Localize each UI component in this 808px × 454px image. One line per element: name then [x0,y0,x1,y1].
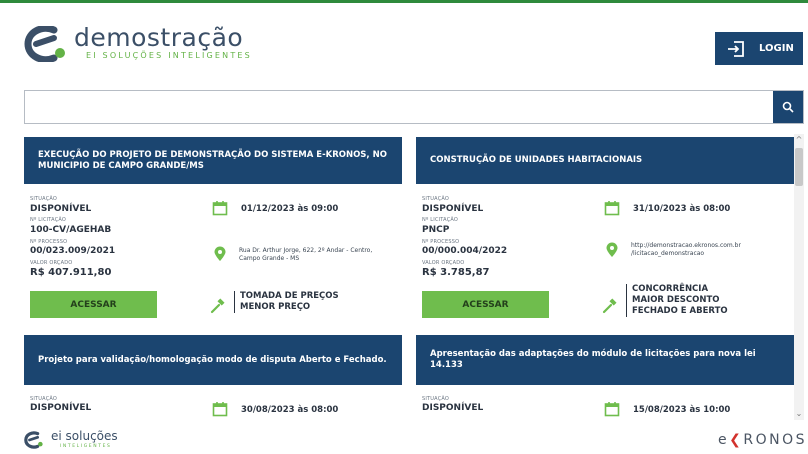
calendar-icon [212,201,228,216]
calendar-icon [604,402,620,417]
valor-label: VALOR ORÇADO [422,260,465,266]
licitacao-label: Nº LICITAÇÃO [30,217,67,223]
calendar-icon [212,402,228,417]
processo-value: 00/000.004/2022 [422,246,508,256]
situacao-value: DISPONÍVEL [422,204,484,214]
card-modalidade: CONCORRÊNCIA MAIOR DESCONTO FECHADO E AB… [626,284,728,317]
card-modalidade: TOMADA DE PREÇOS MENOR PREÇO [234,291,339,313]
licitacao-value: PNCP [422,225,450,235]
modalidade-line: MENOR PREÇO [240,302,311,312]
situacao-label: SITUAÇÃO [422,196,450,202]
search-bar [24,90,804,124]
footer-tagline: INTELIGENTES [60,444,112,449]
card-date: 31/10/2023 às 08:00 [633,204,731,214]
modalidade-line: CONCORRÊNCIA [632,284,709,294]
modalidade-line: MAIOR DESCONTO [632,295,720,305]
brand-logo-icon [24,26,65,62]
search-icon [782,101,794,113]
card-title: CONSTRUÇÃO DE UNIDADES HABITACIONAIS [416,137,794,184]
card-title: Apresentação das adaptações do módulo de… [416,335,794,385]
card-title: Projeto para validação/homologação modo … [24,335,402,385]
card-date: 15/08/2023 às 10:00 [633,405,731,415]
acessar-button[interactable]: ACESSAR [422,291,549,318]
modalidade-line: TOMADA DE PREÇOS [240,291,339,301]
valor-label: VALOR ORÇADO [30,260,73,266]
ekronos-logo: e❮RONOS [718,432,807,448]
modalidade-line: FECHADO E ABERTO [632,306,728,316]
login-icon [728,40,744,57]
card-location: Rua Dr. Arthur Jorge, 622, 2º Andar - Ce… [239,247,373,262]
card-date: 30/08/2023 às 08:00 [241,405,339,415]
gavel-icon [602,298,617,314]
processo-value: 00/023.009/2021 [30,246,116,256]
valor-value: R$ 3.785,87 [422,267,490,278]
footer-brand: ei soluções [51,429,118,443]
scrollbar-thumb[interactable] [795,148,803,186]
ekronos-e: e [718,432,730,448]
licitacao-card: Apresentação das adaptações do módulo de… [416,335,794,424]
search-button[interactable] [773,91,803,123]
processo-label: Nº PROCESSO [422,239,460,245]
scrollbar[interactable]: ^ ⌄ [794,134,804,420]
valor-value: R$ 407.911,80 [30,267,112,278]
situacao-label: SITUAÇÃO [30,396,58,402]
header: demostração EI SOLUÇÕES INTELIGENTES LOG… [0,3,808,80]
brand-name: demostração [74,23,244,52]
calendar-icon [604,201,620,216]
licitacao-label: Nº LICITAÇÃO [422,217,459,223]
scroll-up-arrow-icon[interactable]: ^ [794,134,804,146]
card-date: 01/12/2023 às 09:00 [241,204,339,214]
situacao-value: DISPONÍVEL [30,204,92,214]
ekronos-k-mark-icon: ❮ [729,432,744,448]
location-pin-icon [214,246,226,261]
card-location-link[interactable]: http://demonstracao.ekronos.com.br /lici… [631,242,781,258]
scroll-down-arrow-icon[interactable]: ⌄ [794,408,804,420]
footer-logo-icon [24,431,43,449]
licitacao-card: Projeto para validação/homologação modo … [24,335,402,424]
ekronos-rest: RONOS [743,432,807,448]
situacao-label: SITUAÇÃO [30,196,58,202]
situacao-value: DISPONÍVEL [30,403,92,413]
situacao-label: SITUAÇÃO [422,396,450,402]
acessar-button[interactable]: ACESSAR [30,291,157,318]
footer: ei soluções INTELIGENTES e❮RONOS [0,424,808,454]
login-label: LOGIN [759,43,794,54]
brand-tagline: EI SOLUÇÕES INTELIGENTES [86,51,252,60]
card-title: EXECUÇÃO DO PROJETO DE DEMONSTRAÇÃO DO S… [24,137,402,184]
licitacoes-list: EXECUÇÃO DO PROJETO DE DEMONSTRAÇÃO DO S… [0,130,808,424]
search-input[interactable] [31,95,767,119]
licitacao-card: CONSTRUÇÃO DE UNIDADES HABITACIONAIS SIT… [416,137,794,324]
location-pin-icon [606,242,618,257]
gavel-icon [210,298,225,314]
licitacao-value: 100-CV/AGEHAB [30,225,112,235]
processo-label: Nº PROCESSO [30,239,68,245]
login-button[interactable]: LOGIN [715,32,803,65]
situacao-value: DISPONÍVEL [422,403,484,413]
licitacao-card: EXECUÇÃO DO PROJETO DE DEMONSTRAÇÃO DO S… [24,137,402,324]
